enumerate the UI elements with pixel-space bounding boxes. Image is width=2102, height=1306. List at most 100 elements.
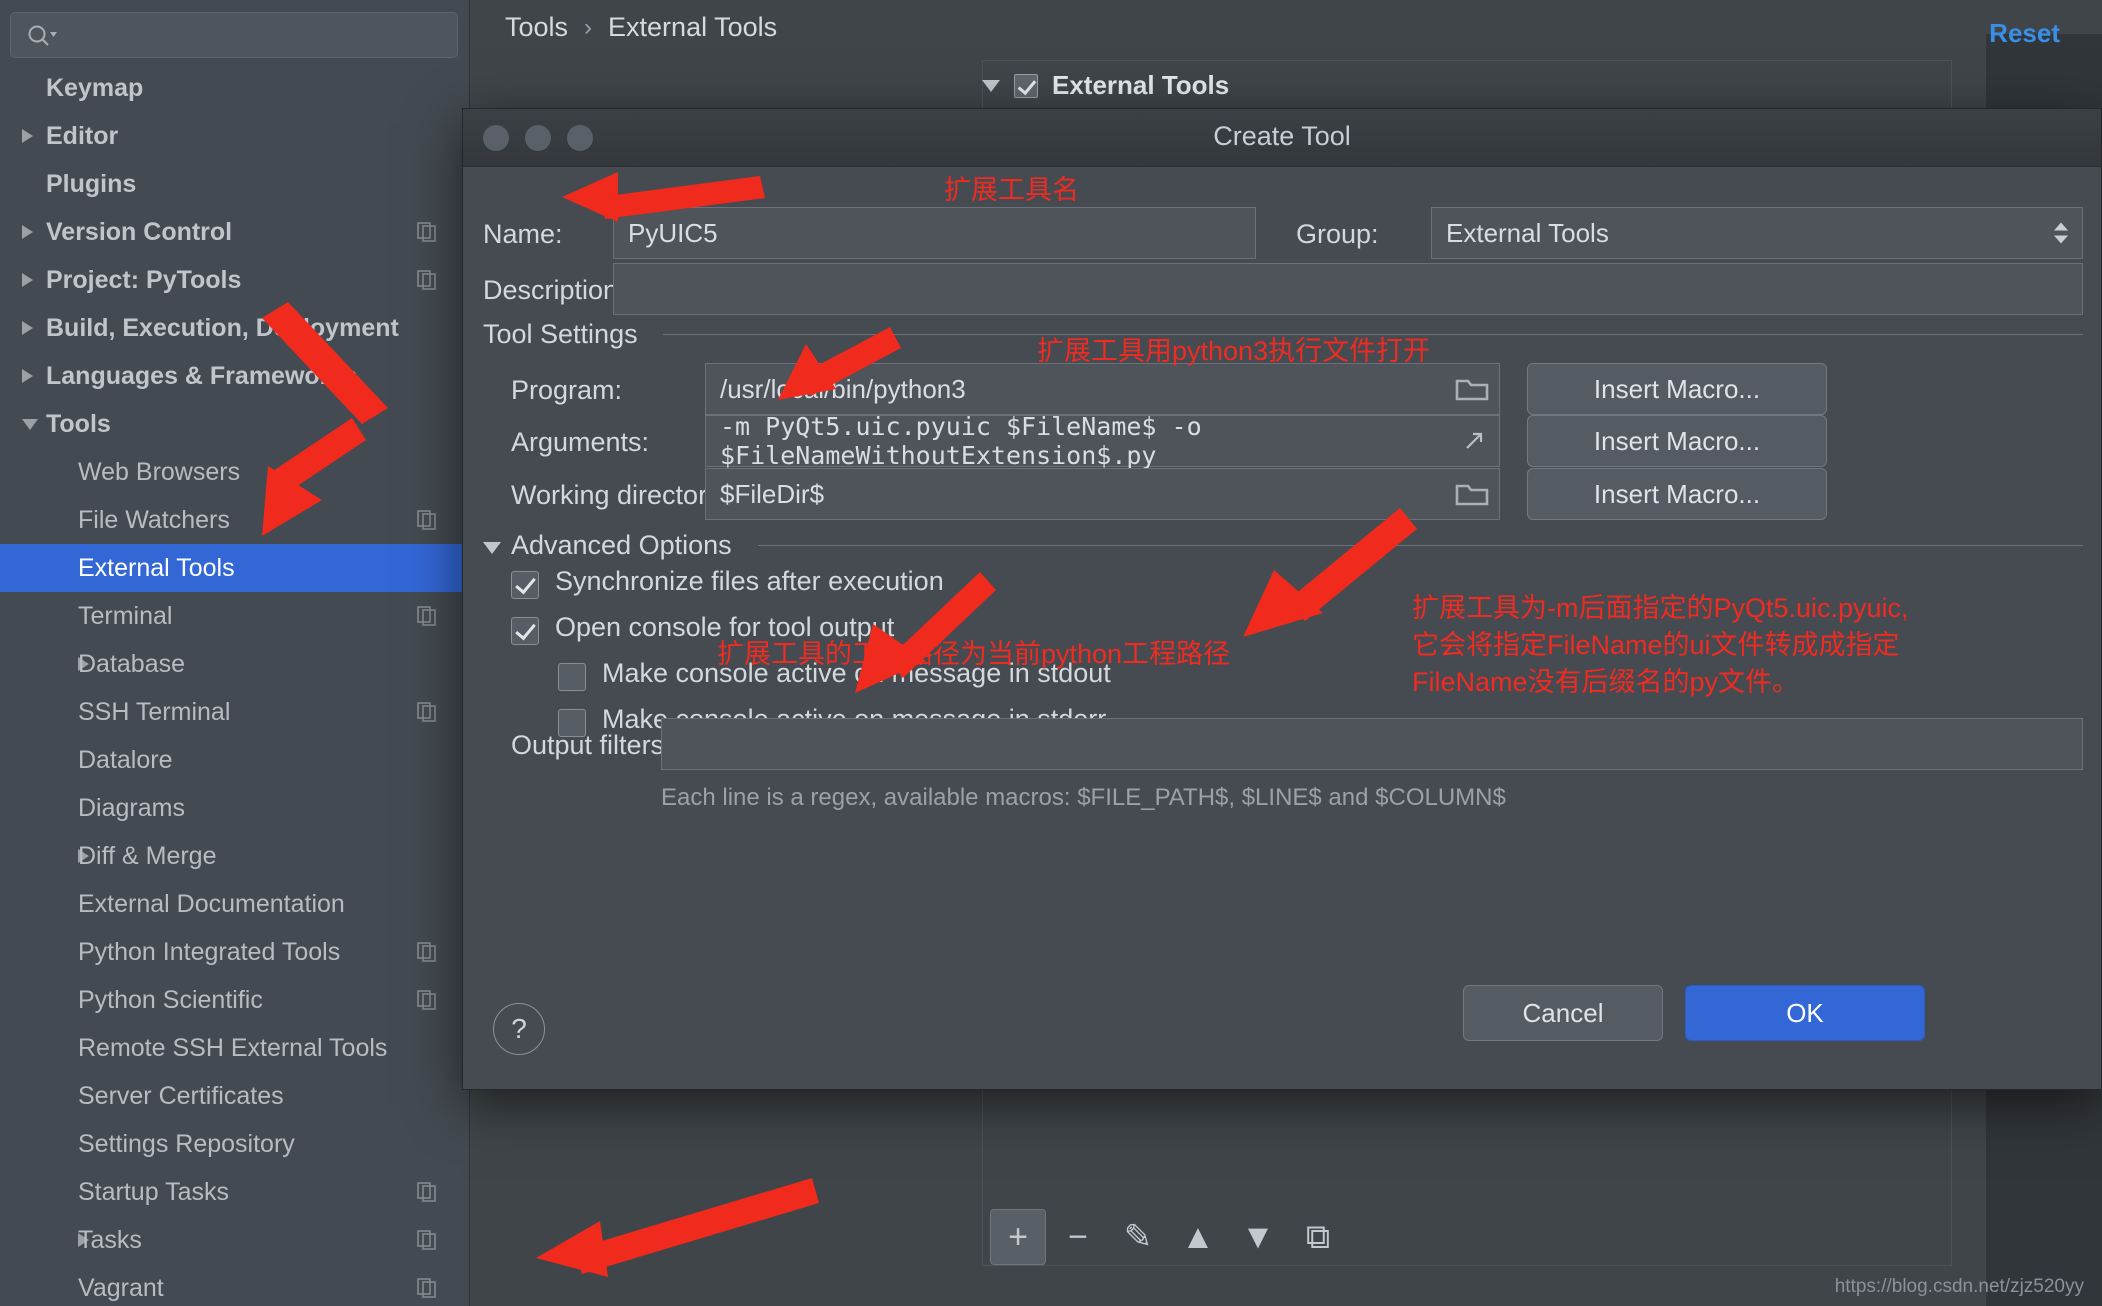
copy-icon[interactable] [417, 1182, 437, 1202]
description-input[interactable] [613, 263, 2083, 315]
group-select[interactable]: External Tools [1431, 207, 2083, 259]
sidebar-item-startup-tasks[interactable]: Startup Tasks [0, 1168, 469, 1216]
copy-icon[interactable] [417, 222, 437, 242]
sidebar-item-label: Build, Execution, Deployment [46, 313, 399, 342]
sidebar-item-label: Languages & Frameworks [46, 361, 358, 390]
group-label: Group: [1296, 219, 1379, 249]
list-toolbar[interactable]: + − ✎ ▲ ▼ ⧉ [982, 1206, 2102, 1268]
sidebar-item-settings-repository[interactable]: Settings Repository [0, 1120, 469, 1168]
copy-icon[interactable] [417, 510, 437, 530]
reset-link[interactable]: Reset [1989, 18, 2060, 49]
name-input[interactable]: PyUIC5 [613, 207, 1256, 259]
sidebar-item-external-tools[interactable]: External Tools [0, 544, 469, 592]
sidebar-item-tools[interactable]: Tools [0, 400, 469, 448]
sidebar-item-project-pytools[interactable]: Project: PyTools [0, 256, 469, 304]
copy-icon[interactable] [417, 270, 437, 290]
chevron-down-icon[interactable] [2054, 222, 2068, 244]
insert-macro-workdir-button[interactable]: Insert Macro... [1527, 468, 1827, 520]
description-label: Description: [483, 275, 626, 305]
sidebar-item-web-browsers[interactable]: Web Browsers [0, 448, 469, 496]
name-label: Name: [483, 219, 563, 249]
sidebar-item-datalore[interactable]: Datalore [0, 736, 469, 784]
plus-icon[interactable]: + [990, 1209, 1046, 1265]
sidebar-item-ssh-terminal[interactable]: SSH Terminal [0, 688, 469, 736]
sidebar-item-python-integrated-tools[interactable]: Python Integrated Tools [0, 928, 469, 976]
copy-icon[interactable] [417, 1278, 437, 1298]
chevron-right-icon[interactable] [22, 225, 33, 239]
advanced-options-chevron-down-icon[interactable] [483, 542, 501, 554]
sidebar-item-plugins[interactable]: Plugins [0, 160, 469, 208]
sidebar-item-python-scientific[interactable]: Python Scientific [0, 976, 469, 1024]
ok-button[interactable]: OK [1685, 985, 1925, 1041]
chevron-right-icon[interactable] [22, 321, 33, 335]
sidebar-item-terminal[interactable]: Terminal [0, 592, 469, 640]
move-down-icon[interactable]: ▼ [1230, 1209, 1286, 1265]
insert-macro-arguments-button[interactable]: Insert Macro... [1527, 415, 1827, 467]
checkbox-label[interactable]: Synchronize files after execution [555, 566, 944, 597]
dialog-titlebar[interactable]: Create Tool [463, 109, 2101, 167]
external-tools-group-row[interactable]: External Tools [982, 70, 1229, 101]
chevron-right-icon[interactable] [22, 129, 33, 143]
checkbox-open-console-for-tool-output[interactable] [511, 617, 539, 645]
output-filters-input[interactable] [661, 718, 2083, 770]
sidebar-item-server-certificates[interactable]: Server Certificates [0, 1072, 469, 1120]
annotation-workdir: 扩展工具的工作路径为当前python工程路径 [717, 639, 1231, 669]
edit-pencil-icon[interactable]: ✎ [1110, 1209, 1166, 1265]
checkbox-synchronize-files-after-execution[interactable] [511, 571, 539, 599]
sidebar-item-database[interactable]: Database [0, 640, 469, 688]
chevron-down-icon[interactable] [22, 418, 38, 430]
output-filters-hint: Each line is a regex, available macros: … [661, 784, 1506, 811]
program-input[interactable]: /usr/local/bin/python3 [705, 363, 1500, 415]
breadcrumb-current: External Tools [608, 12, 778, 42]
name-value: PyUIC5 [628, 217, 718, 248]
chevron-right-icon[interactable] [22, 369, 33, 383]
sidebar-item-version-control[interactable]: Version Control [0, 208, 469, 256]
sidebar-item-external-documentation[interactable]: External Documentation [0, 880, 469, 928]
sidebar-tree[interactable]: Keymap Editor Plugins Version Control Projec… [0, 64, 469, 1306]
sidebar-item-editor[interactable]: Editor [0, 112, 469, 160]
sidebar-item-file-watchers[interactable]: File Watchers [0, 496, 469, 544]
working-directory-value: $FileDir$ [720, 478, 825, 509]
copy-icon[interactable] [417, 942, 437, 962]
sidebar-item-label: Python Scientific [78, 985, 263, 1014]
sidebar-item-remote-ssh-external-tools[interactable]: Remote SSH External Tools [0, 1024, 469, 1072]
sidebar-item-languages-frameworks[interactable]: Languages & Frameworks [0, 352, 469, 400]
breadcrumb-parent[interactable]: Tools [505, 12, 568, 43]
sidebar-item-label: Terminal [78, 601, 173, 630]
browse-folder-icon[interactable] [1455, 375, 1489, 403]
help-button[interactable]: ? [493, 1003, 545, 1055]
sidebar-item-label: Python Integrated Tools [78, 937, 341, 966]
insert-macro-program-button[interactable]: Insert Macro... [1527, 363, 1827, 415]
minus-icon[interactable]: − [1050, 1209, 1106, 1265]
sidebar-item-label: Project: PyTools [46, 265, 242, 294]
breadcrumb-separator-icon: › [584, 13, 593, 41]
arguments-label: Arguments: [511, 427, 650, 457]
sidebar-item-diff-merge[interactable]: Diff & Merge [0, 832, 469, 880]
sidebar-item-label: Plugins [46, 169, 137, 198]
annotation-program: 扩展工具用python3执行文件打开 [1037, 336, 1431, 366]
working-directory-input[interactable]: $FileDir$ [705, 468, 1500, 520]
chevron-down-icon[interactable] [982, 79, 1000, 92]
sidebar-item-vagrant[interactable]: Vagrant [0, 1264, 469, 1306]
copy-icon[interactable] [417, 606, 437, 626]
checkbox-make-console-active-on-message-in-stdout[interactable] [558, 663, 586, 691]
expand-editor-icon[interactable] [1461, 428, 1487, 454]
move-up-icon[interactable]: ▲ [1170, 1209, 1226, 1265]
arguments-input[interactable]: -m PyQt5.uic.pyuic $FileName$ -o $FileNa… [705, 412, 1500, 470]
chevron-right-icon[interactable] [22, 273, 33, 287]
sidebar-item-label: Tools [46, 409, 111, 438]
search-input[interactable] [10, 12, 458, 58]
copy-icon[interactable] [417, 702, 437, 722]
copy-icon[interactable] [417, 990, 437, 1010]
sidebar-item-label: Datalore [78, 745, 173, 774]
group-checkbox[interactable] [1014, 73, 1038, 98]
sidebar-item-tasks[interactable]: Tasks [0, 1216, 469, 1264]
copy-icon[interactable]: ⧉ [1290, 1209, 1346, 1265]
browse-folder-icon[interactable] [1455, 480, 1489, 508]
copy-icon[interactable] [417, 1230, 437, 1250]
sidebar-item-diagrams[interactable]: Diagrams [0, 784, 469, 832]
sidebar-item-keymap[interactable]: Keymap [0, 64, 469, 112]
output-filters-label: Output filters: [511, 730, 672, 760]
cancel-button[interactable]: Cancel [1463, 985, 1663, 1041]
sidebar-item-build-execution-deployment[interactable]: Build, Execution, Deployment [0, 304, 469, 352]
